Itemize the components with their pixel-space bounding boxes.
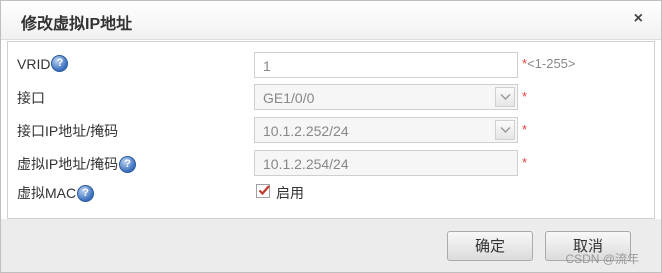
watermark: CSDN @流年 (565, 252, 639, 266)
interface-required: * (522, 89, 528, 104)
chevron-down-icon[interactable] (495, 87, 515, 107)
vrid-label: VRID ? (17, 55, 69, 72)
interface-ip-row: 接口IP地址/掩码 10.1.2.252/24 * (8, 116, 654, 144)
help-icon[interactable]: ? (77, 184, 95, 202)
close-icon[interactable]: × (634, 10, 643, 28)
interface-ip-required: * (522, 122, 528, 137)
virtual-mac-label-text: 虚拟MAC (17, 185, 77, 201)
interface-ip-value: 10.1.2.252/24 (263, 123, 349, 139)
interface-ip-select[interactable]: 10.1.2.252/24 (254, 117, 518, 143)
vrid-required: *<1-255> (522, 56, 576, 71)
chevron-down-icon[interactable] (495, 120, 515, 140)
virtual-ip-row: 虚拟IP地址/掩码 ? 10.1.2.254/24 * (8, 149, 654, 177)
virtual-mac-row: 虚拟MAC ? 启用 (8, 178, 654, 206)
vrid-row: VRID ? 1 *<1-255> (8, 50, 654, 78)
interface-ip-label: 接口IP地址/掩码 (17, 123, 119, 139)
vrid-input[interactable]: 1 (254, 52, 518, 78)
dialog-titlebar: 修改虚拟IP地址 × (1, 1, 661, 40)
interface-select[interactable]: GE1/0/0 (254, 84, 518, 110)
dialog-title: 修改虚拟IP地址 (21, 16, 133, 33)
help-icon[interactable]: ? (119, 155, 137, 173)
form-panel: VRID ? 1 *<1-255> 接口 GE1/0/0 * 接口IP地址/掩码 (7, 41, 655, 219)
virtual-ip-input[interactable]: 10.1.2.254/24 (254, 150, 518, 176)
help-icon[interactable]: ? (51, 55, 69, 72)
enable-checkbox-label[interactable]: 启用 (276, 183, 304, 203)
edit-virtual-ip-dialog: 修改虚拟IP地址 × VRID ? 1 *<1-255> 接口 GE1/0/0 … (0, 0, 662, 273)
interface-row: 接口 GE1/0/0 * (8, 83, 654, 111)
virtual-ip-label: 虚拟IP地址/掩码 ? (17, 154, 137, 174)
interface-label: 接口 (17, 90, 45, 106)
vrid-range-hint: <1-255> (527, 56, 576, 71)
ok-button[interactable]: 确定 (447, 231, 533, 261)
virtual-ip-label-text: 虚拟IP地址/掩码 (17, 156, 119, 172)
dialog-footer: 确定 取消 CSDN @流年 (1, 219, 661, 272)
checkmark-icon (258, 185, 270, 196)
enable-checkbox[interactable] (256, 184, 270, 198)
vrid-label-text: VRID (17, 55, 51, 72)
virtual-mac-label: 虚拟MAC ? (17, 183, 95, 203)
interface-value: GE1/0/0 (263, 90, 315, 106)
virtual-ip-required: * (522, 155, 528, 170)
